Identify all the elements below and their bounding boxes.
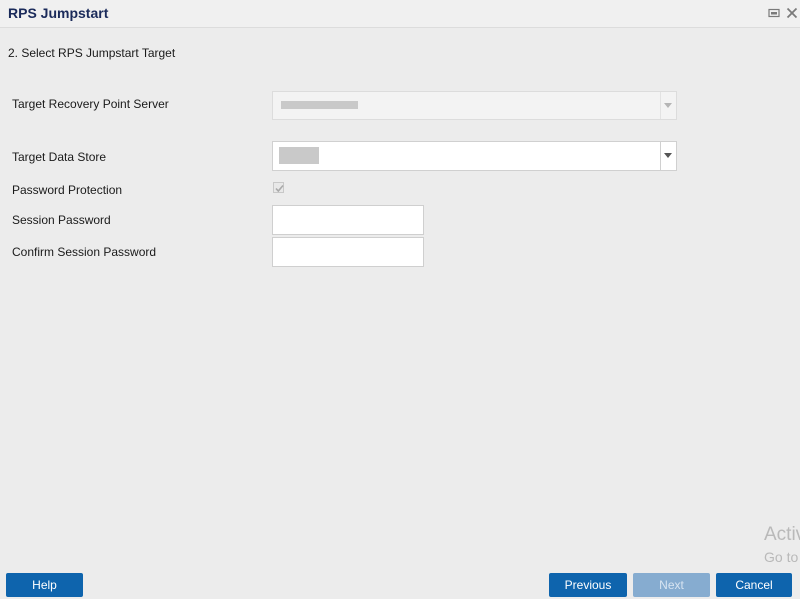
help-button[interactable]: Help — [6, 573, 83, 597]
close-icon[interactable] — [786, 7, 798, 19]
cancel-button[interactable]: Cancel — [716, 573, 792, 597]
checkmark-icon — [275, 184, 284, 193]
title-bar: RPS Jumpstart — [0, 0, 800, 28]
password-protection-label: Password Protection — [12, 183, 123, 197]
restore-icon[interactable] — [768, 7, 780, 19]
rps-jumpstart-dialog: RPS Jumpstart 2. Select RPS Jumpstart Ta… — [0, 0, 800, 599]
target-datastore-label: Target Data Store — [12, 150, 107, 164]
step-heading: 2. Select RPS Jumpstart Target — [8, 46, 176, 60]
chevron-down-icon[interactable] — [660, 92, 676, 119]
password-protection-checkbox[interactable] — [273, 182, 284, 193]
dialog-title: RPS Jumpstart — [8, 5, 109, 21]
session-password-label: Session Password — [12, 213, 111, 227]
target-rps-value — [281, 101, 358, 109]
target-rps-select[interactable] — [272, 91, 677, 120]
confirm-password-input[interactable] — [272, 237, 424, 267]
watermark-line-2: Go to — [764, 549, 799, 565]
previous-button[interactable]: Previous — [549, 573, 627, 597]
watermark-line-1: Activ — [764, 524, 800, 545]
chevron-down-icon[interactable] — [660, 142, 676, 170]
next-button[interactable]: Next — [633, 573, 710, 597]
target-rps-label: Target Recovery Point Server — [12, 97, 169, 111]
target-datastore-select[interactable] — [272, 141, 677, 171]
confirm-password-label: Confirm Session Password — [12, 245, 157, 259]
target-datastore-value — [279, 147, 319, 164]
session-password-input[interactable] — [272, 205, 424, 235]
